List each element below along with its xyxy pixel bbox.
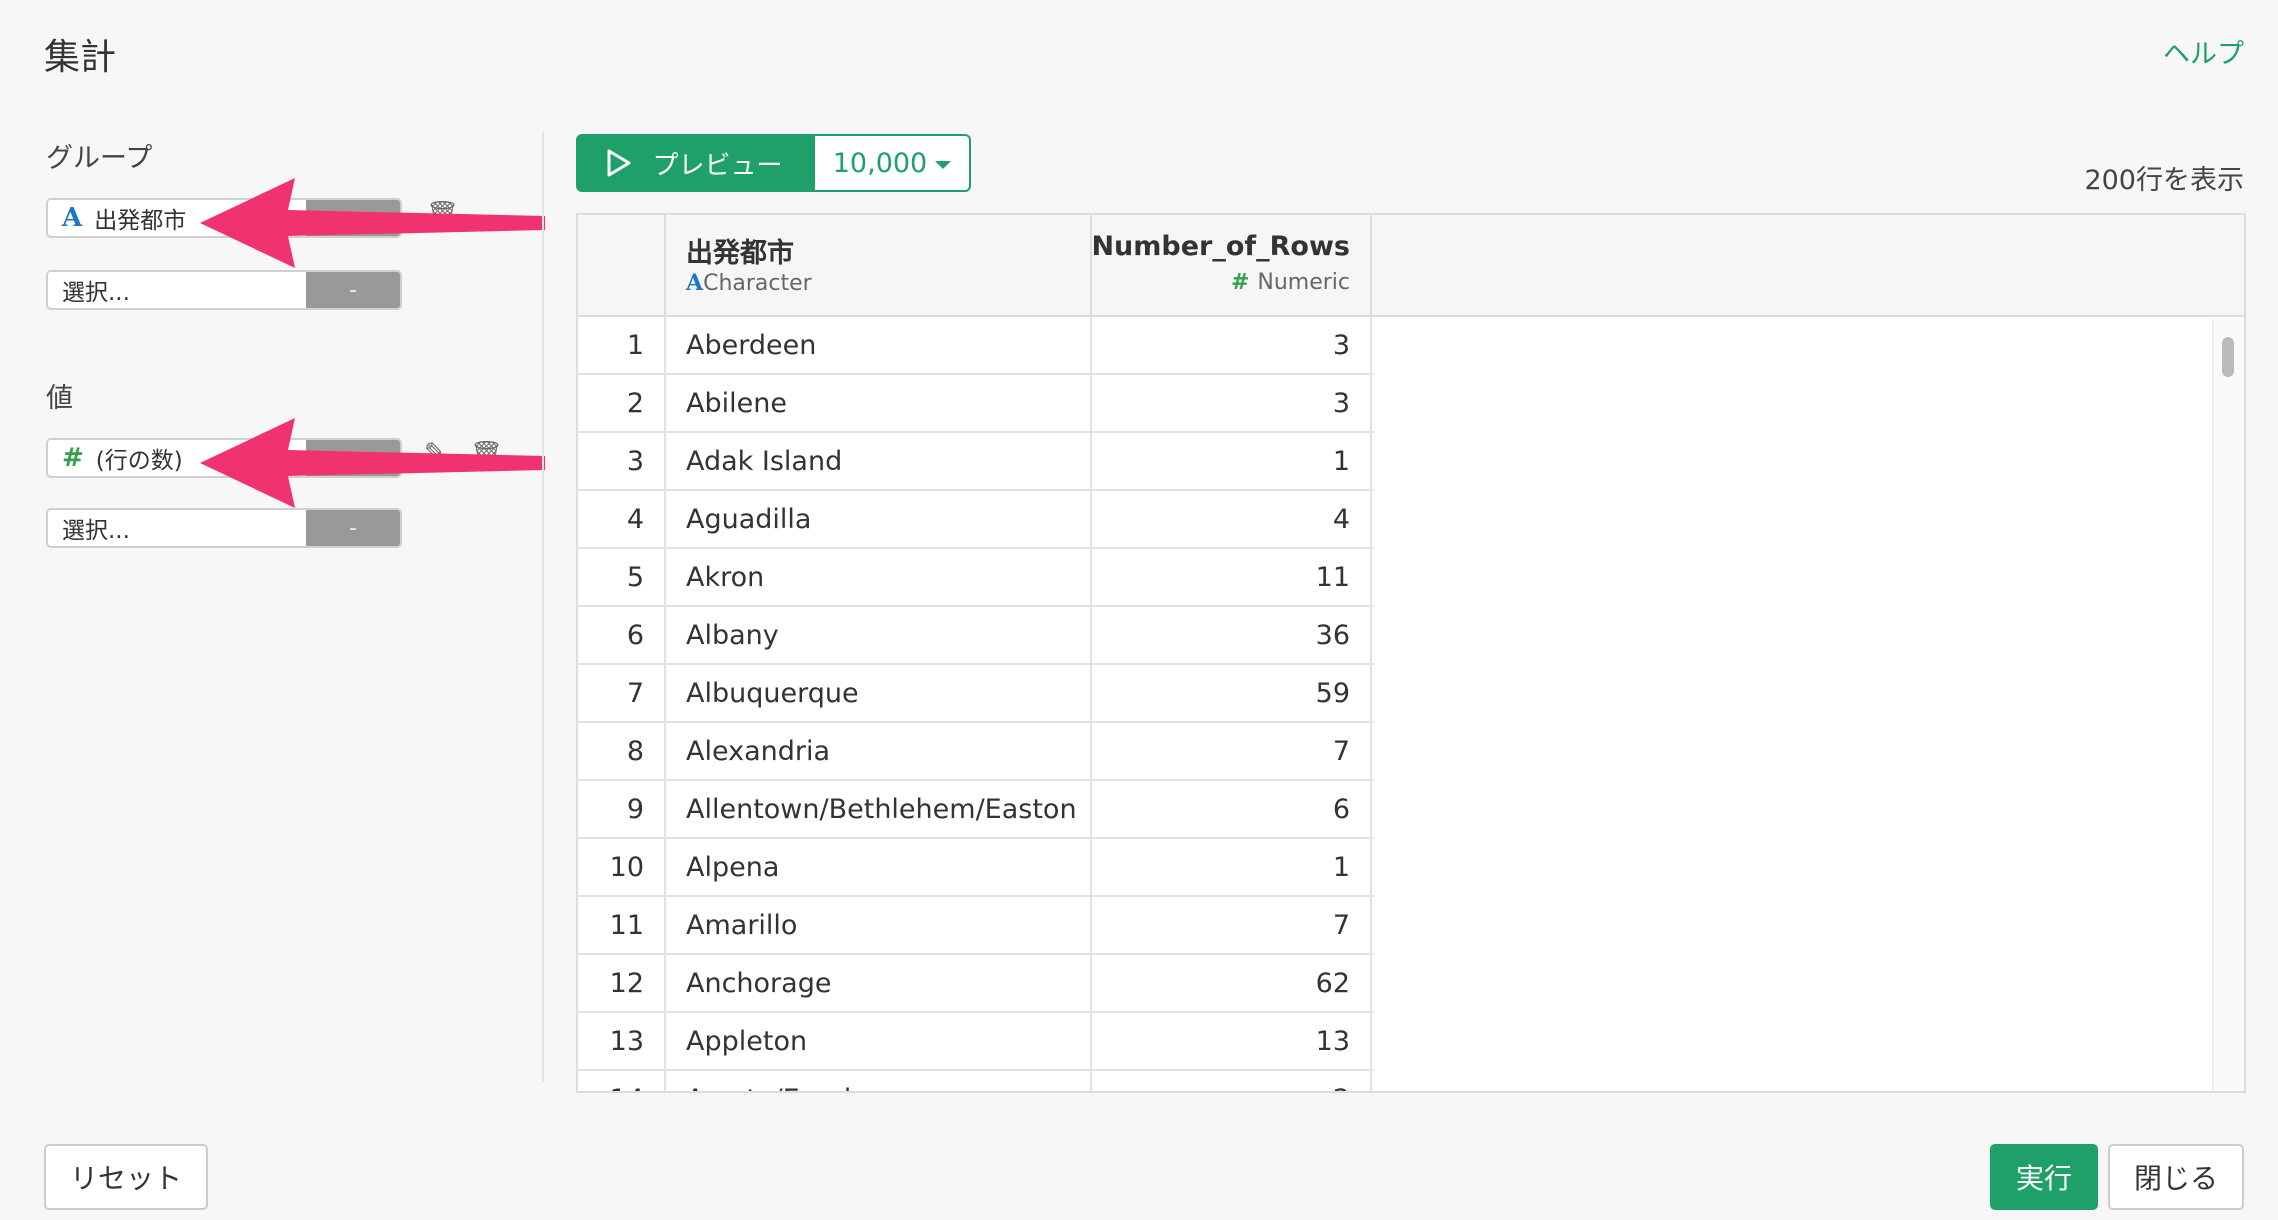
table-row[interactable]: 8 Alexandria 7 (578, 723, 1374, 781)
character-type-icon: A (62, 203, 83, 233)
table-row[interactable]: 7 Albuquerque 59 (578, 665, 1374, 723)
play-icon (607, 149, 631, 177)
row-index: 3 (578, 433, 666, 489)
column-name: Number_of_Rows (1091, 231, 1350, 262)
city-cell[interactable]: Allentown/Bethlehem/Easton (666, 781, 1092, 837)
column-header-city[interactable]: 出発都市 ACharacter (666, 215, 1092, 315)
table-row[interactable]: 4 Aguadilla 4 (578, 491, 1374, 549)
city-cell[interactable]: Akron (666, 549, 1092, 605)
value-section-label: 値 (46, 383, 73, 414)
scrollbar-thumb[interactable] (2222, 337, 2234, 377)
count-cell[interactable]: 3 (1092, 375, 1372, 431)
preview-button[interactable]: プレビュー (576, 134, 813, 192)
count-cell[interactable]: 2 (1092, 1071, 1372, 1091)
caret-down-icon (935, 161, 952, 169)
city-cell[interactable]: Amarillo (666, 897, 1092, 953)
numeric-type-icon: # (1230, 270, 1250, 295)
city-cell[interactable]: Arcata/Eureka (666, 1071, 1092, 1091)
table-row[interactable]: 9 Allentown/Bethlehem/Easton 6 (578, 781, 1374, 839)
city-cell[interactable]: Adak Island (666, 433, 1092, 489)
city-cell[interactable]: Anchorage (666, 955, 1092, 1011)
count-cell[interactable]: 7 (1092, 723, 1372, 779)
column-type-label: Character (703, 271, 812, 296)
row-index: 4 (578, 491, 666, 547)
count-cell[interactable]: 4 (1092, 491, 1372, 547)
table-header: 出発都市 ACharacter Number_of_Rows # Numeric (578, 215, 2244, 317)
row-index: 12 (578, 955, 666, 1011)
annotation-arrow (200, 178, 545, 268)
table-row[interactable]: 11 Amarillo 7 (578, 897, 1374, 955)
count-cell[interactable]: 36 (1092, 607, 1372, 663)
city-cell[interactable]: Alexandria (666, 723, 1092, 779)
count-cell[interactable]: 7 (1092, 897, 1372, 953)
column-type-label: Numeric (1257, 270, 1350, 295)
data-table: 出発都市 ACharacter Number_of_Rows # Numeric … (576, 213, 2246, 1093)
dialog-title: 集計 (44, 37, 117, 78)
table-row[interactable]: 10 Alpena 1 (578, 839, 1374, 897)
table-row[interactable]: 12 Anchorage 62 (578, 955, 1374, 1013)
count-cell[interactable]: 3 (1092, 317, 1372, 373)
table-row[interactable]: 6 Albany 36 (578, 607, 1374, 665)
panel-divider (542, 132, 544, 1082)
city-cell[interactable]: Albuquerque (666, 665, 1092, 721)
count-cell[interactable]: 62 (1092, 955, 1372, 1011)
row-index: 2 (578, 375, 666, 431)
index-column-header (578, 215, 666, 315)
table-row[interactable]: 13 Appleton 13 (578, 1013, 1374, 1071)
count-cell[interactable]: 1 (1092, 839, 1372, 895)
count-cell[interactable]: 59 (1092, 665, 1372, 721)
city-cell[interactable]: Alpena (666, 839, 1092, 895)
help-link[interactable]: ヘルプ (2163, 32, 2244, 71)
value-field-name: (行の数) (95, 448, 183, 474)
city-cell[interactable]: Abilene (666, 375, 1092, 431)
row-limit-dropdown[interactable]: 10,000 (813, 134, 971, 192)
table-row[interactable]: 3 Adak Island 1 (578, 433, 1374, 491)
row-index: 7 (578, 665, 666, 721)
row-limit-value: 10,000 (832, 147, 928, 179)
count-cell[interactable]: 1 (1092, 433, 1372, 489)
table-row[interactable]: 2 Abilene 3 (578, 375, 1374, 433)
row-index: 11 (578, 897, 666, 953)
column-name: 出発都市 (686, 238, 794, 269)
row-index: 10 (578, 839, 666, 895)
row-index: 1 (578, 317, 666, 373)
city-cell[interactable]: Appleton (666, 1013, 1092, 1069)
row-index: 8 (578, 723, 666, 779)
count-cell[interactable]: 13 (1092, 1013, 1372, 1069)
row-index: 14 (578, 1071, 666, 1091)
row-index: 6 (578, 607, 666, 663)
run-button[interactable]: 実行 (1990, 1144, 2098, 1210)
count-cell[interactable]: 6 (1092, 781, 1372, 837)
character-type-icon: A (686, 270, 704, 296)
vertical-scrollbar[interactable] (2212, 319, 2244, 1091)
column-header-count[interactable]: Number_of_Rows # Numeric (1091, 215, 1372, 315)
table-row[interactable]: 14Arcata/Eureka2 (578, 1071, 1374, 1091)
preview-label: プレビュー (652, 150, 783, 181)
city-cell[interactable]: Aberdeen (666, 317, 1092, 373)
reset-button[interactable]: リセット (44, 1144, 208, 1210)
table-row[interactable]: 1 Aberdeen 3 (578, 317, 1374, 375)
numeric-type-icon: # (62, 443, 84, 473)
group-section-label: グループ (46, 143, 153, 174)
row-index: 9 (578, 781, 666, 837)
city-cell[interactable]: Aguadilla (666, 491, 1092, 547)
table-row[interactable]: 5 Akron 11 (578, 549, 1374, 607)
row-index: 13 (578, 1013, 666, 1069)
row-index: 5 (578, 549, 666, 605)
city-cell[interactable]: Albany (666, 607, 1092, 663)
count-cell[interactable]: 11 (1092, 549, 1372, 605)
rows-shown-text: 200行を表示 (2084, 165, 2244, 196)
group-field-name: 出発都市 (94, 208, 187, 234)
close-button[interactable]: 閉じる (2108, 1144, 2244, 1210)
annotation-arrow (200, 418, 545, 508)
